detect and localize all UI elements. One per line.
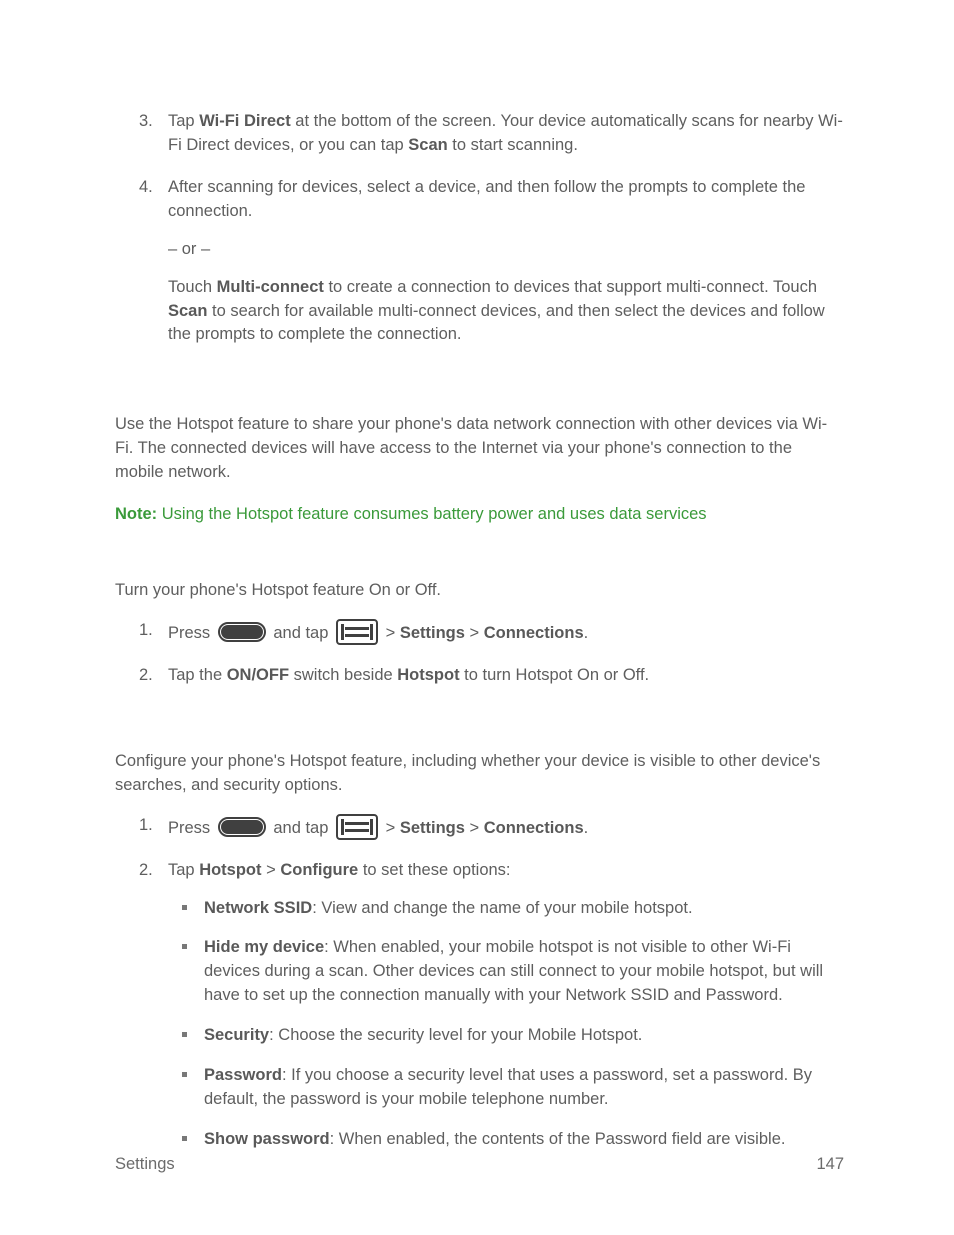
and-tap: and tap xyxy=(269,819,333,837)
note-text: Using the Hotspot feature consumes batte… xyxy=(157,505,706,523)
step-4-or: – or – xyxy=(168,238,844,262)
step-number: 1. xyxy=(139,619,153,643)
turn-step-1: 1. Press and tap > Settings > Connection… xyxy=(115,619,844,646)
and-tap: and tap xyxy=(269,624,333,642)
footer-left: Settings xyxy=(115,1153,175,1177)
config-step-1: 1. Press and tap > Settings > Connection… xyxy=(115,814,844,841)
step-4: 4. After scanning for devices, select a … xyxy=(115,176,844,348)
step-number: 2. xyxy=(139,859,153,883)
menu-icon xyxy=(336,619,378,645)
list-item: Security: Choose the security level for … xyxy=(168,1024,844,1048)
config-intro: Configure your phone's Hotspot feature, … xyxy=(115,750,844,798)
list-item: Network SSID: View and change the name o… xyxy=(168,897,844,921)
step-number: 2. xyxy=(139,664,153,688)
list-item: Hide my device: When enabled, your mobil… xyxy=(168,936,844,1008)
turn-step-2: 2. Tap the ON/OFF switch beside Hotspot … xyxy=(115,664,844,688)
page-footer: Settings 147 xyxy=(115,1153,844,1177)
list-item: Password: If you choose a security level… xyxy=(168,1064,844,1112)
steps-list-a: 3. Tap Wi-Fi Direct at the bottom of the… xyxy=(115,110,844,347)
note-label: Note: xyxy=(115,505,157,523)
config-step-2: 2. Tap Hotspot > Configure to set these … xyxy=(115,859,844,1152)
step-number: 1. xyxy=(139,814,153,838)
text: Tap Wi-Fi Direct at the bottom of the sc… xyxy=(168,112,843,154)
turn-intro: Turn your phone's Hotspot feature On or … xyxy=(115,579,844,603)
page: 3. Tap Wi-Fi Direct at the bottom of the… xyxy=(0,0,954,1235)
step-number: 3. xyxy=(139,110,153,134)
home-key-icon xyxy=(218,817,266,837)
home-key-icon xyxy=(218,622,266,642)
press-text: Press xyxy=(168,819,215,837)
footer-right: 147 xyxy=(816,1153,844,1177)
step-3: 3. Tap Wi-Fi Direct at the bottom of the… xyxy=(115,110,844,158)
step-4-line2: Touch Multi-connect to create a connecti… xyxy=(168,276,844,348)
config-options: Network SSID: View and change the name o… xyxy=(168,897,844,1152)
menu-icon xyxy=(336,814,378,840)
turn-steps: 1. Press and tap > Settings > Connection… xyxy=(115,619,844,688)
list-item: Show password: When enabled, the content… xyxy=(168,1128,844,1152)
step-number: 4. xyxy=(139,176,153,200)
hotspot-intro: Use the Hotspot feature to share your ph… xyxy=(115,413,844,485)
step-4-line1: After scanning for devices, select a dev… xyxy=(168,176,844,224)
press-text: Press xyxy=(168,624,215,642)
config-steps: 1. Press and tap > Settings > Connection… xyxy=(115,814,844,1152)
hotspot-note: Note: Using the Hotspot feature consumes… xyxy=(115,503,844,527)
